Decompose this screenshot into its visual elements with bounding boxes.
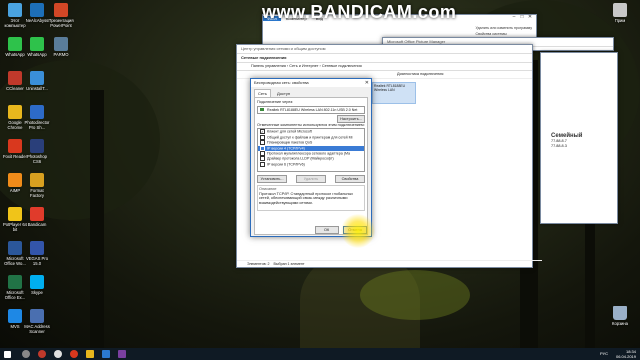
checkbox[interactable] <box>260 145 265 151</box>
app-icon <box>8 3 22 17</box>
app-icon <box>30 207 44 221</box>
app-icon <box>30 71 44 85</box>
app-icon <box>30 3 44 17</box>
tab-sharing[interactable]: Доступ <box>273 89 295 97</box>
bandicam-record-icon[interactable] <box>70 350 78 358</box>
components-list[interactable]: ✓ Клиент для сетей Microsoft Общий доступ… <box>257 128 365 173</box>
desktop-icon[interactable]: UninstallT... <box>24 71 50 91</box>
cursor-highlight <box>341 214 375 248</box>
desktop-icon[interactable]: NeAlcAbyss <box>24 3 50 23</box>
wifi-properties-dialog[interactable]: Беспроводная сеть: свойства ✕ Сеть Досту… <box>250 78 372 237</box>
checkbox[interactable]: ✓ <box>260 129 265 135</box>
background-trunk <box>90 90 104 348</box>
checkbox[interactable] <box>260 161 265 167</box>
picture-manager-icon[interactable] <box>118 350 126 358</box>
remove-button[interactable]: Удалить <box>296 175 326 184</box>
network-center-title: Центр управления сетями и общим доступом <box>237 45 532 54</box>
network-connections-title: Сетевые подключения <box>237 54 532 63</box>
app-icon <box>8 173 22 187</box>
background-moss <box>360 270 470 320</box>
status-bar: Элементов: 2 Выбран 1 элемент <box>237 260 542 267</box>
file-explorer-icon[interactable] <box>86 350 94 358</box>
desktop-icon[interactable]: Bandicam <box>24 207 50 227</box>
recycle-bin-icon[interactable]: Корзина <box>607 306 633 326</box>
search-icon[interactable] <box>22 350 30 358</box>
app-icon <box>8 275 22 289</box>
properties-button[interactable]: Свойства <box>335 175 365 184</box>
component-item[interactable]: IP версии 6 (TCP/IPv6) <box>258 161 364 167</box>
app-icon <box>30 173 44 187</box>
opera-icon[interactable] <box>38 350 46 358</box>
desktop: Этот компьютер WhatsApp CCleaner Google Chr… <box>0 0 640 348</box>
app-icon <box>8 139 22 153</box>
maximize-icon[interactable]: □ <box>518 14 526 20</box>
close-icon[interactable]: ✕ <box>365 79 369 87</box>
desktop-icon[interactable]: Format Factory <box>24 173 50 198</box>
app-icon <box>30 275 44 289</box>
checkbox[interactable] <box>260 156 265 162</box>
dialog-title: Беспроводная сеть: свойства ✕ <box>251 79 371 87</box>
checkbox[interactable] <box>260 134 265 140</box>
connect-using-label: Подключение через: <box>257 100 294 104</box>
app-icon <box>8 71 22 85</box>
app-icon <box>54 3 68 17</box>
tab-network[interactable]: Сеть <box>254 89 271 97</box>
configure-button[interactable]: Настроить... <box>337 114 365 123</box>
app-icon <box>8 207 22 221</box>
description-text: Протокол TCP/IP. Стандартный протокол гл… <box>259 191 354 205</box>
side-panel-window[interactable]: Семейный 77.88.8.7 77.88.8.3 <box>540 52 618 224</box>
app-icon <box>54 37 68 51</box>
language-indicator[interactable]: РУС <box>600 351 608 356</box>
desktop-icon[interactable]: Skype <box>24 275 50 295</box>
desktop-icon[interactable]: Презентация PowerPoint <box>48 3 74 28</box>
description-box: Описание Протокол TCP/IP. Стандартный пр… <box>257 185 365 212</box>
app-icon <box>8 309 22 323</box>
component-buttons: Установить... Удалить Свойства <box>257 175 365 184</box>
install-button[interactable]: Установить... <box>257 175 287 184</box>
app-icon <box>8 37 22 51</box>
app-icon <box>30 37 44 51</box>
minimize-icon[interactable]: – <box>510 14 518 20</box>
dialog-tabs: Сеть Доступ <box>251 87 371 97</box>
app-icon <box>30 105 44 119</box>
app-icon <box>8 105 22 119</box>
address-bar[interactable]: Панель управления › Сеть и Интернет › Се… <box>237 63 532 71</box>
app-icon <box>30 241 44 255</box>
close-icon[interactable]: ✕ <box>526 14 534 20</box>
ok-button[interactable]: ОК <box>314 226 339 234</box>
network-app-icon[interactable] <box>102 350 110 358</box>
bandicam-watermark: www.BANDICAM.com <box>262 2 457 22</box>
system-clock[interactable]: 18:34 06.04.2019 <box>616 349 636 359</box>
browser-icon[interactable] <box>54 350 62 358</box>
app-icon <box>30 309 44 323</box>
taskbar: 18:34 06.04.2019 РУС <box>0 348 640 360</box>
desktop-icon-right-top[interactable]: Прим <box>607 3 633 23</box>
checkbox[interactable] <box>260 140 265 146</box>
desktop-icon[interactable]: VEGAS Pro 15.0 <box>24 241 50 266</box>
app-icon <box>30 139 44 153</box>
diagnose-button[interactable]: Диагностика подключения <box>397 72 443 76</box>
desktop-icon[interactable]: MAC Address Scanner <box>24 309 50 334</box>
desktop-icon[interactable]: WhatsApp <box>24 37 50 57</box>
app-icon <box>8 241 22 255</box>
desktop-icon[interactable]: PARMO <box>48 37 74 57</box>
dns-value-2: 77.88.8.3 <box>551 143 567 148</box>
checkbox[interactable] <box>260 151 265 156</box>
window-controls: – □ ✕ <box>510 14 534 20</box>
windows-start-icon[interactable] <box>4 350 11 358</box>
adapter-field: Realtek RTL8188EU Wireless LAN 802.11n U… <box>257 105 365 114</box>
trash-icon <box>613 306 627 320</box>
network-adapter-icon <box>260 108 264 112</box>
desktop-icon[interactable]: Photodirector Pro Sh... <box>24 105 50 130</box>
adapter-tile[interactable]: Realtek RTL8188EU Wireless LAN <box>372 82 416 104</box>
components-label: Отмеченные компоненты используются этим … <box>257 122 365 127</box>
desktop-icon[interactable]: Photoshop CS6 <box>24 139 50 164</box>
document-icon <box>613 3 627 17</box>
